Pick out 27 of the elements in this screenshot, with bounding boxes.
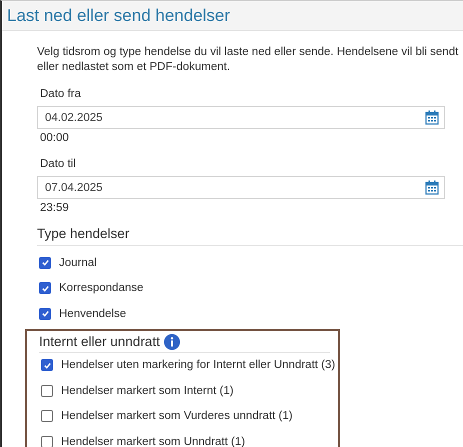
calendar-icon[interactable]: [425, 110, 439, 125]
checkbox[interactable]: [41, 410, 53, 422]
checkbox-label[interactable]: Hendelser markert som Vurderes unndratt (1): [61, 410, 293, 422]
checkbox-label[interactable]: Henvendelse: [59, 308, 126, 320]
section-heading: Type hendelser: [37, 226, 463, 246]
checkbox-label[interactable]: Hendelser markert som Internt (1): [61, 384, 234, 397]
info-icon[interactable]: [164, 334, 180, 350]
field-label: Dato fra: [40, 88, 82, 100]
checkbox[interactable]: [41, 359, 53, 372]
calendar-icon[interactable]: [425, 180, 439, 195]
checkbox[interactable]: [39, 308, 51, 320]
date-field[interactable]: 04.02.2025: [37, 106, 445, 129]
checkbox-label[interactable]: Journal: [59, 256, 97, 269]
field-label: Dato til: [40, 158, 77, 170]
checkbox[interactable]: [41, 384, 53, 397]
time-text: 00:00: [40, 132, 70, 144]
date-field[interactable]: 07.04.2025: [37, 176, 445, 199]
checkbox[interactable]: [39, 282, 51, 294]
checkbox-label[interactable]: Hendelser markert som Unndratt (1): [61, 436, 246, 447]
dialog-title: Last ned eller send hendelser: [7, 6, 230, 26]
description-text: Velg tidsrom og type hendelse du vil laste ned eller sende. Hendelsene vil bli sendt eller nedlastet som et PDF-dokument.: [37, 45, 460, 75]
checkbox-label[interactable]: Hendelser uten markering for Internt eller Unndratt (3): [61, 359, 336, 372]
section-heading: Internt eller unndratt: [39, 334, 160, 349]
checkbox[interactable]: [39, 256, 51, 269]
checkbox-label[interactable]: Korrespondanse: [59, 282, 144, 294]
time-text: 23:59: [40, 202, 70, 214]
checkbox[interactable]: [41, 436, 53, 447]
